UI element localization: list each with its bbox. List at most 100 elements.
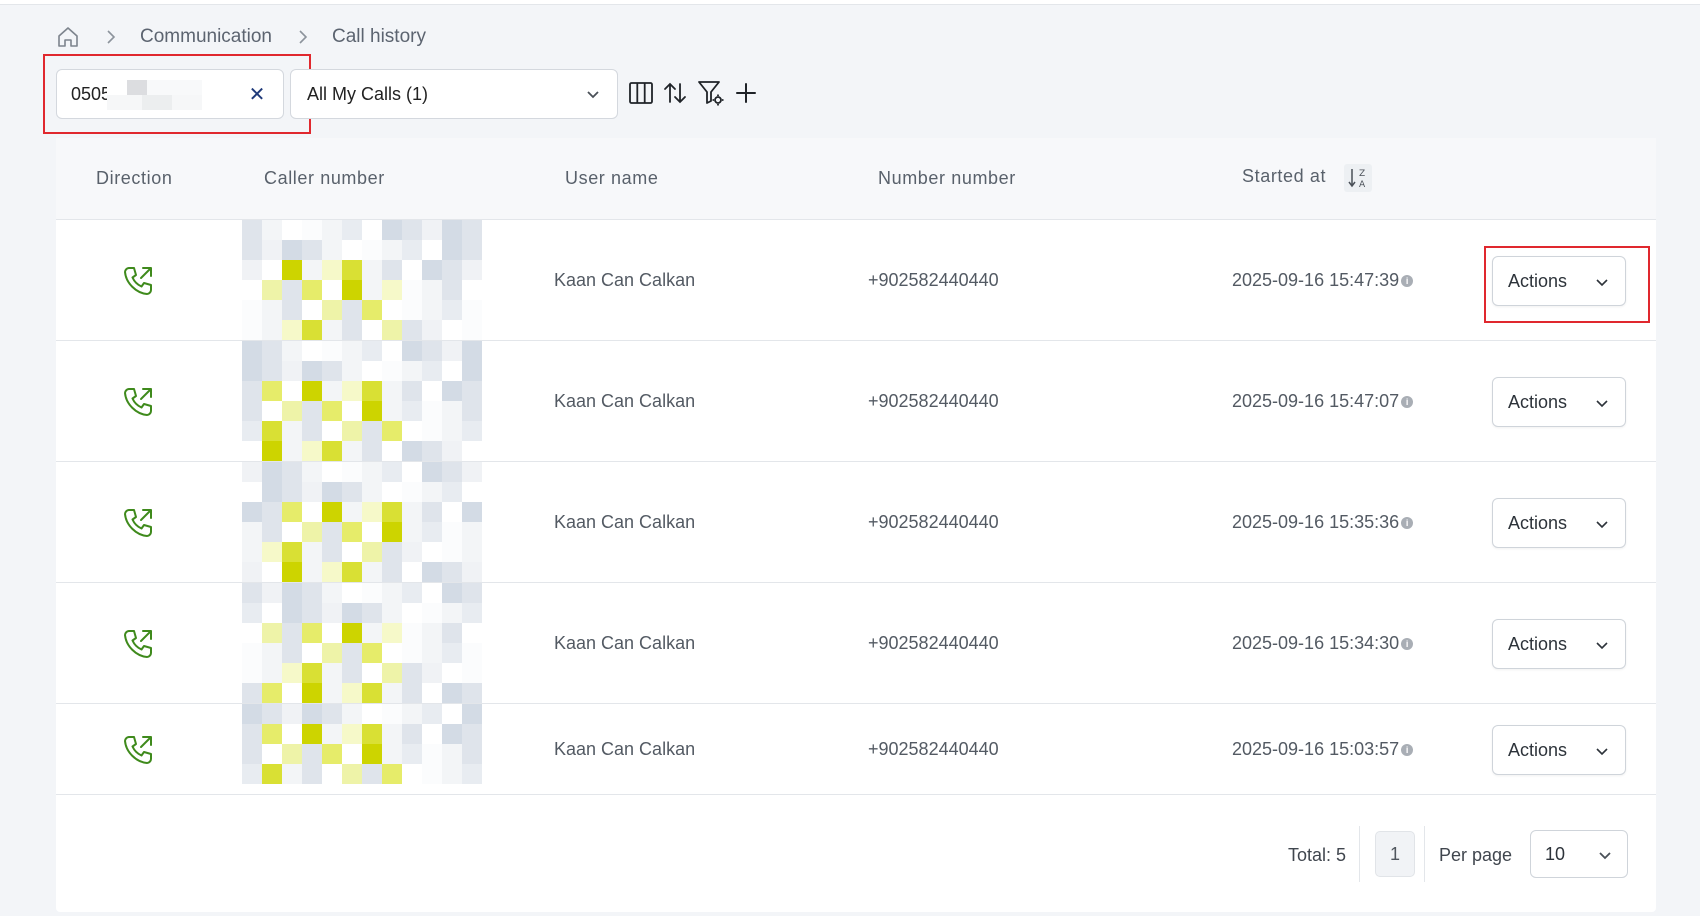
mosaic-pixel [262,401,282,421]
mosaic-pixel [262,260,282,280]
divider [1424,826,1425,882]
mosaic-pixel [402,381,422,401]
caller-number-redacted [242,341,482,462]
mosaic-pixel [402,401,422,421]
sort-z-a-icon[interactable]: ZA [1344,164,1372,192]
mosaic-pixel [402,522,422,542]
mosaic-pixel [442,462,462,482]
per-page-select[interactable]: 10 [1530,830,1628,878]
mosaic-pixel [402,583,422,603]
user-name-cell: Kaan Can Calkan [554,739,696,759]
mosaic-pixel [322,421,342,441]
mosaic-pixel [342,643,362,663]
mosaic-pixel [302,361,322,381]
sort-arrows-icon[interactable] [660,78,690,108]
columns-icon[interactable] [626,78,656,108]
mosaic-pixel [282,502,302,522]
mosaic-pixel [302,462,322,482]
info-icon[interactable]: i [1401,637,1414,650]
actions-button[interactable]: Actions [1492,725,1626,775]
mosaic-pixel [462,522,482,542]
mosaic-pixel [322,724,342,744]
mosaic-pixel [362,522,382,542]
user-name-cell: Kaan Can Calkan [554,633,696,653]
mosaic-pixel [282,482,302,502]
mosaic-pixel [362,300,382,320]
mosaic-pixel [282,683,302,703]
actions-button[interactable]: Actions [1492,377,1626,427]
column-header-direction: Direction [96,168,173,188]
breadcrumb-call-history: Call history [332,26,426,47]
mosaic-pixel [322,220,342,240]
mosaic-pixel [462,542,482,562]
filter-settings-icon[interactable] [696,78,726,108]
mosaic-pixel [282,562,302,582]
mosaic-pixel [242,603,262,623]
home-icon[interactable] [56,25,80,49]
page-button-1[interactable]: 1 [1375,831,1415,877]
mosaic-pixel [462,361,482,381]
mosaic-pixel [242,663,262,683]
user-name-cell: Kaan Can Calkan [554,512,696,532]
actions-button[interactable]: Actions [1492,619,1626,669]
mosaic-pixel [282,643,302,663]
mosaic-pixel [342,260,362,280]
mosaic-pixel [282,260,302,280]
mosaic-pixel [442,482,462,502]
mosaic-pixel [342,401,362,421]
mosaic-pixel [442,240,462,260]
mosaic-pixel [422,280,442,300]
mosaic-pixel [262,583,282,603]
mosaic-pixel [362,220,382,240]
mosaic-pixel [382,603,402,623]
mosaic-pixel [282,603,302,623]
mosaic-pixel [342,300,362,320]
mosaic-pixel [262,240,282,260]
mosaic-pixel [262,643,282,663]
mosaic-pixel [302,220,322,240]
mosaic-pixel [422,764,442,784]
caller-number-redacted [242,220,482,341]
mosaic-pixel [442,320,462,340]
chevron-right-icon [298,29,308,45]
outgoing-call-icon [120,263,156,299]
mosaic-pixel [242,542,262,562]
mosaic-pixel [462,683,482,703]
info-icon[interactable]: i [1401,743,1414,756]
column-header-started-at[interactable]: Started at [1242,166,1326,187]
mosaic-pixel [422,502,442,522]
mosaic-pixel [462,381,482,401]
mosaic-pixel [302,320,322,340]
mosaic-pixel [282,361,302,381]
info-icon[interactable]: i [1401,274,1414,287]
mosaic-pixel [382,421,402,441]
mosaic-pixel [302,542,322,562]
plus-icon[interactable] [731,78,761,108]
mosaic-pixel [422,401,442,421]
mosaic-pixel [342,341,362,361]
mosaic-pixel [342,562,362,582]
mosaic-pixel [462,562,482,582]
mosaic-pixel [362,502,382,522]
mosaic-pixel [262,320,282,340]
info-icon[interactable]: i [1401,395,1414,408]
mosaic-pixel [462,300,482,320]
call-filter-select[interactable]: All My Calls (1) [290,69,618,119]
mosaic-pixel [382,683,402,703]
actions-button[interactable]: Actions [1492,498,1626,548]
mosaic-pixel [342,220,362,240]
mosaic-pixel [422,260,442,280]
mosaic-pixel [322,522,342,542]
breadcrumb-communication[interactable]: Communication [140,26,272,48]
caller-number-redacted [242,462,482,583]
mosaic-pixel [302,724,322,744]
mosaic-pixel [462,744,482,764]
mosaic-pixel [442,704,462,724]
mosaic-pixel [322,562,342,582]
info-icon[interactable]: i [1401,516,1414,529]
mosaic-pixel [302,562,322,582]
chevron-down-icon [1594,395,1610,416]
mosaic-pixel [382,724,402,744]
mosaic-pixel [422,300,442,320]
started-at-value: 2025-09-16 15:47:07 [1232,391,1400,411]
